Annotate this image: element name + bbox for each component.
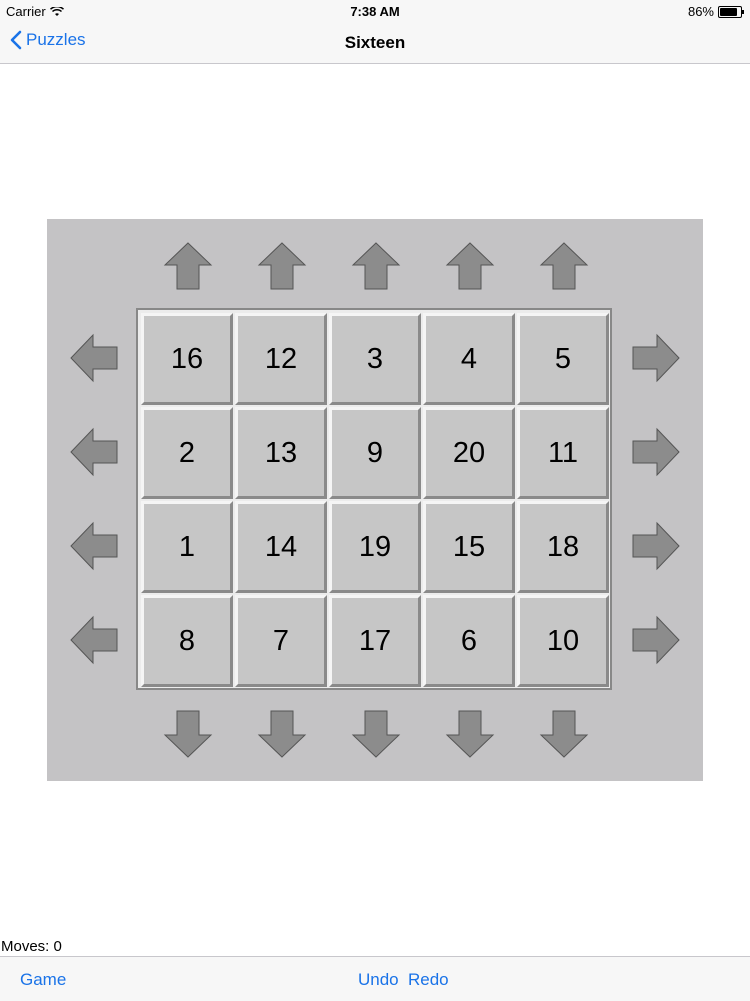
puzzle-tile[interactable]: 18 xyxy=(517,501,609,593)
puzzle-tile[interactable]: 10 xyxy=(517,595,609,687)
puzzle-tile[interactable]: 5 xyxy=(517,313,609,405)
puzzle-tile[interactable]: 8 xyxy=(141,595,233,687)
navigation-bar: Puzzles Sixteen xyxy=(0,22,750,64)
puzzle-board: 16 12 3 4 5 2 13 9 20 11 1 14 19 15 18 8 7 17 6 10 xyxy=(47,219,703,781)
arrow-up-icon[interactable] xyxy=(539,241,589,291)
arrow-up-icon[interactable] xyxy=(445,241,495,291)
puzzle-tile[interactable]: 13 xyxy=(235,407,327,499)
game-button[interactable]: Game xyxy=(20,970,66,990)
arrow-up-icon[interactable] xyxy=(351,241,401,291)
battery-icon xyxy=(718,5,744,18)
status-bar: Carrier 7:38 AM 86% xyxy=(0,0,750,22)
moves-counter: Moves: 0 xyxy=(1,938,62,955)
page-title: Sixteen xyxy=(344,33,406,52)
tile-grid: 16 12 3 4 5 2 13 9 20 11 1 14 19 15 18 8 7 17 6 10 xyxy=(136,308,612,690)
battery-percent: 86% xyxy=(687,4,714,19)
puzzle-tile[interactable]: 6 xyxy=(423,595,515,687)
arrow-down-icon[interactable] xyxy=(539,709,589,759)
puzzle-tile[interactable]: 3 xyxy=(329,313,421,405)
puzzle-tile[interactable]: 16 xyxy=(141,313,233,405)
arrow-down-icon[interactable] xyxy=(257,709,307,759)
status-time: 7:38 AM xyxy=(350,4,400,19)
puzzle-tile[interactable]: 17 xyxy=(329,595,421,687)
arrow-up-icon[interactable] xyxy=(257,241,307,291)
puzzle-tile[interactable]: 19 xyxy=(329,501,421,593)
arrow-down-icon[interactable] xyxy=(163,709,213,759)
arrow-down-icon[interactable] xyxy=(351,709,401,759)
puzzle-tile[interactable]: 2 xyxy=(141,407,233,499)
arrow-left-icon[interactable] xyxy=(69,521,119,571)
puzzle-tile[interactable]: 11 xyxy=(517,407,609,499)
status-right: 86% xyxy=(687,4,744,19)
arrow-up-icon[interactable] xyxy=(163,241,213,291)
arrow-right-icon[interactable] xyxy=(631,427,681,477)
puzzle-tile[interactable]: 14 xyxy=(235,501,327,593)
redo-button[interactable]: Redo xyxy=(408,970,449,990)
puzzle-tile[interactable]: 4 xyxy=(423,313,515,405)
puzzle-tile[interactable]: 15 xyxy=(423,501,515,593)
arrow-right-icon[interactable] xyxy=(631,615,681,665)
arrow-down-icon[interactable] xyxy=(445,709,495,759)
arrow-right-icon[interactable] xyxy=(631,521,681,571)
arrow-left-icon[interactable] xyxy=(69,333,119,383)
puzzle-tile[interactable]: 12 xyxy=(235,313,327,405)
arrow-right-icon[interactable] xyxy=(631,333,681,383)
puzzle-tile[interactable]: 7 xyxy=(235,595,327,687)
puzzle-tile[interactable]: 9 xyxy=(329,407,421,499)
undo-button[interactable]: Undo xyxy=(358,970,399,990)
puzzle-tile[interactable]: 20 xyxy=(423,407,515,499)
bottom-toolbar: Game Undo Redo xyxy=(0,956,750,1001)
arrow-left-icon[interactable] xyxy=(69,615,119,665)
arrow-left-icon[interactable] xyxy=(69,427,119,477)
puzzle-tile[interactable]: 1 xyxy=(141,501,233,593)
